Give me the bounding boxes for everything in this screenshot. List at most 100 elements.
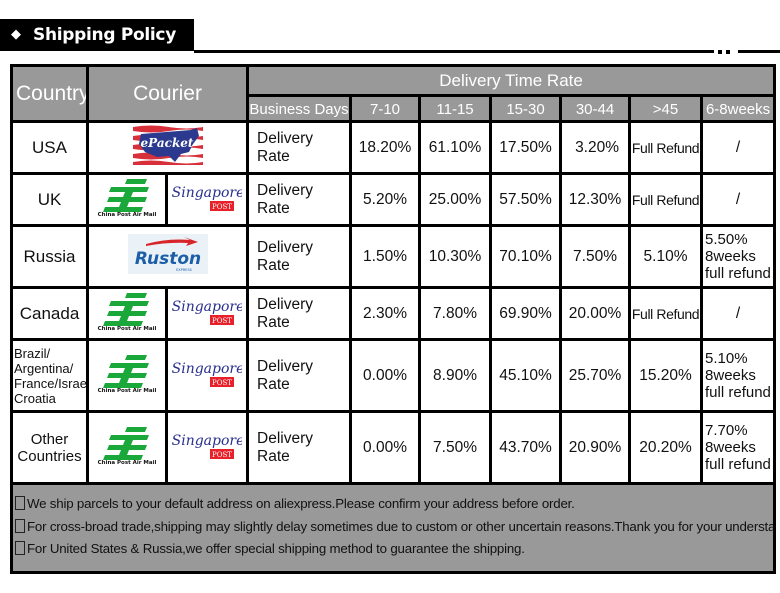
rate-cell: 2.30%: [349, 286, 422, 341]
courier-cell-singapore-post: Singapore POST: [164, 286, 250, 341]
table-row: Russia Ruston EXPRESS Delivery Rate 1.50…: [10, 224, 777, 289]
rate-cell: 69.90%: [489, 286, 563, 341]
rate-cell: 5.20%: [349, 172, 422, 227]
rate-line: 7.70%: [705, 422, 748, 439]
note-text: For cross-broad trade,shipping may sligh…: [27, 518, 775, 534]
note-line: For United States & Russia,we offer spec…: [15, 539, 772, 562]
country-line: Croatia: [14, 390, 56, 406]
epacket-logo: ePacket: [130, 124, 205, 166]
title-underline-dots: [718, 50, 732, 54]
table-row: Other Countries China Post Air Mail Sing…: [10, 410, 777, 485]
svg-text:China Post Air Mail: China Post Air Mail: [98, 212, 157, 217]
rate-cell: 18.20%: [349, 120, 422, 175]
rate-cell-multiline: 5.50% 8weeks full refund: [700, 224, 777, 289]
courier-cell-singapore-post: Singapore POST: [164, 410, 250, 485]
ruston-express-logo: Ruston EXPRESS: [127, 234, 208, 274]
rate-cell: 20.00%: [559, 286, 632, 341]
checkbox-icon: [15, 541, 25, 555]
rate-label: Delivery Rate: [246, 286, 353, 341]
section-title-tab: ◆ Shipping Policy: [0, 19, 194, 51]
rate-cell: 25.00%: [418, 172, 493, 227]
rate-cell: 5.10%: [628, 224, 704, 289]
svg-text:Singapore: Singapore: [172, 185, 242, 201]
rate-cell: 20.20%: [628, 410, 704, 485]
header-country: Country: [10, 64, 89, 123]
country-line: Countries: [17, 447, 82, 465]
rate-line: full refund: [705, 265, 771, 282]
rate-cell: 25.70%: [559, 338, 632, 413]
rate-label: Delivery Rate: [246, 120, 353, 175]
notes-cell: We ship parcels to your default address …: [9, 482, 777, 574]
rate-cell: 0.00%: [349, 338, 422, 413]
country-line: Brazil/: [14, 345, 51, 361]
rate-cell: 0.00%: [349, 410, 422, 485]
header-business-days: Business Days: [246, 94, 353, 123]
country-cell: Other Countries: [10, 410, 89, 485]
note-line: For cross-broad trade,shipping may sligh…: [15, 517, 775, 540]
note-text: We ship parcels to your default address …: [27, 496, 575, 511]
rate-cell: 20.90%: [559, 410, 632, 485]
svg-text:China Post Air Mail: China Post Air Mail: [98, 326, 157, 331]
svg-text:EXPRESS: EXPRESS: [176, 268, 193, 272]
title-underline-end: [738, 50, 780, 53]
header-delivery-time-rate: Delivery Time Rate: [246, 64, 777, 97]
courier-cell-china-post: China Post Air Mail: [86, 410, 168, 485]
svg-text:China Post Air Mail: China Post Air Mail: [98, 388, 157, 393]
singapore-post-logo: Singapore POST: [172, 433, 242, 459]
rate-cell: 10.30%: [418, 224, 493, 289]
country-line: France/Israel/: [14, 375, 88, 391]
rate-line: 8weeks: [705, 248, 756, 265]
rate-cell: 8.90%: [418, 338, 493, 413]
table-row: USA ePacket Delivery Rate 18.20% 61.10% …: [10, 120, 777, 175]
rate-label: Delivery Rate: [246, 224, 353, 289]
svg-text:POST: POST: [212, 317, 232, 325]
rate-cell: Full Refund: [628, 172, 704, 227]
svg-text:Ruston: Ruston: [134, 249, 200, 269]
header-range: 6-8weeks: [700, 94, 777, 123]
header-range: 15-30: [489, 94, 563, 123]
svg-text:POST: POST: [212, 203, 232, 211]
rate-cell-multiline: 5.10% 8weeks full refund: [700, 338, 777, 413]
china-post-logo: China Post Air Mail: [98, 355, 157, 393]
note-line: We ship parcels to your default address …: [15, 494, 772, 517]
header-range: 30-44: [559, 94, 632, 123]
china-post-logo: China Post Air Mail: [98, 179, 157, 217]
header-range: 11-15: [418, 94, 493, 123]
rate-cell: 45.10%: [489, 338, 563, 413]
singapore-post-logo: Singapore POST: [172, 185, 242, 211]
country-cell: Brazil/ Argentina/ France/Israel/ Croati…: [10, 338, 89, 413]
china-post-logo: China Post Air Mail: [98, 427, 157, 465]
svg-text:POST: POST: [212, 379, 232, 387]
rate-cell: 15.20%: [628, 338, 704, 413]
courier-cell-singapore-post: Singapore POST: [164, 338, 250, 413]
title-underline: [194, 50, 714, 53]
header-range: 7-10: [349, 94, 422, 123]
courier-cell-china-post: China Post Air Mail: [86, 286, 168, 341]
rate-line: 5.10%: [705, 350, 748, 367]
rate-cell: /: [700, 120, 777, 175]
rate-cell: 43.70%: [489, 410, 563, 485]
rate-line: 8weeks: [705, 439, 756, 456]
rate-cell: 3.20%: [559, 120, 632, 175]
rate-cell: /: [700, 172, 777, 227]
note-text: For United States & Russia,we offer spec…: [27, 541, 525, 556]
rate-cell-multiline: 7.70% 8weeks full refund: [700, 410, 777, 485]
header-range: >45: [628, 94, 704, 123]
svg-text:China Post Air Mail: China Post Air Mail: [98, 460, 157, 465]
rate-line: 5.50%: [705, 231, 748, 248]
table-row: Brazil/ Argentina/ France/Israel/ Croati…: [10, 338, 777, 413]
svg-text:Singapore: Singapore: [172, 299, 242, 315]
country-line: Argentina/: [14, 360, 74, 376]
rate-label: Delivery Rate: [246, 172, 353, 227]
rate-line: full refund: [705, 456, 771, 473]
china-post-logo: China Post Air Mail: [98, 293, 157, 331]
country-cell: USA: [10, 120, 89, 175]
courier-cell-china-post: China Post Air Mail: [86, 172, 168, 227]
rate-label: Delivery Rate: [246, 338, 353, 413]
rate-cell: 61.10%: [418, 120, 493, 175]
rate-cell: /: [700, 286, 777, 341]
courier-cell-singapore-post: Singapore POST: [164, 172, 250, 227]
svg-text:POST: POST: [212, 451, 232, 459]
svg-text:Singapore: Singapore: [172, 433, 242, 449]
rate-cell: Full Refund: [628, 286, 704, 341]
